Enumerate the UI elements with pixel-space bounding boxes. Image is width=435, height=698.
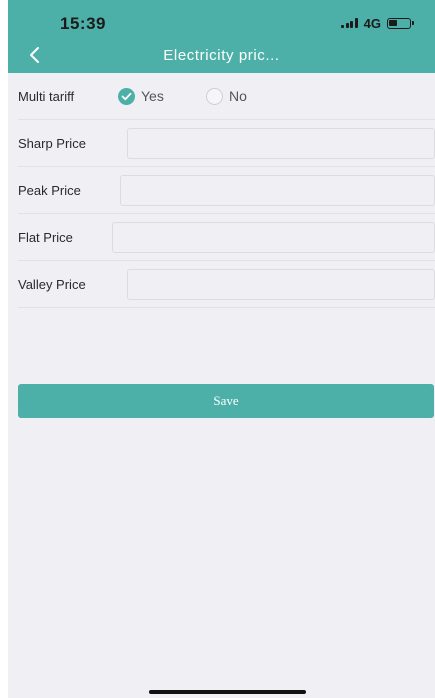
valley-price-input[interactable] bbox=[127, 268, 435, 300]
valley-price-row: Valley Price bbox=[18, 261, 435, 308]
page-title: Electricity pric... bbox=[163, 47, 280, 64]
multi-tariff-row: Multi tariff Yes No bbox=[18, 73, 435, 120]
home-indicator bbox=[149, 690, 306, 694]
network-label: 4G bbox=[363, 15, 381, 31]
header-bar: 15:39 4G Electricity pric... bbox=[8, 0, 435, 73]
flat-price-label: Flat Price bbox=[18, 229, 73, 245]
app-screen: 15:39 4G Electricity pric... Multi tarif… bbox=[8, 0, 435, 698]
radio-no-label: No bbox=[229, 88, 247, 104]
radio-option-yes[interactable]: Yes bbox=[118, 87, 164, 105]
status-indicators: 4G bbox=[341, 15, 414, 31]
sharp-price-row: Sharp Price bbox=[18, 120, 435, 167]
check-icon bbox=[118, 87, 135, 105]
flat-price-input[interactable] bbox=[112, 221, 435, 253]
multi-tariff-label: Multi tariff bbox=[18, 88, 75, 104]
signal-icon bbox=[341, 18, 358, 28]
flat-price-row: Flat Price bbox=[18, 214, 435, 261]
sharp-price-input[interactable] bbox=[127, 127, 435, 159]
peak-price-label: Peak Price bbox=[18, 182, 81, 198]
battery-icon bbox=[387, 17, 414, 29]
radio-option-no[interactable]: No bbox=[206, 87, 247, 105]
sharp-price-label: Sharp Price bbox=[18, 135, 86, 151]
peak-price-row: Peak Price bbox=[18, 167, 435, 214]
radio-empty-icon bbox=[206, 87, 223, 105]
valley-price-label: Valley Price bbox=[18, 276, 86, 292]
status-time: 15:39 bbox=[60, 14, 106, 33]
save-button[interactable]: Save bbox=[18, 384, 434, 418]
radio-yes-label: Yes bbox=[141, 88, 164, 104]
peak-price-input[interactable] bbox=[120, 174, 435, 206]
